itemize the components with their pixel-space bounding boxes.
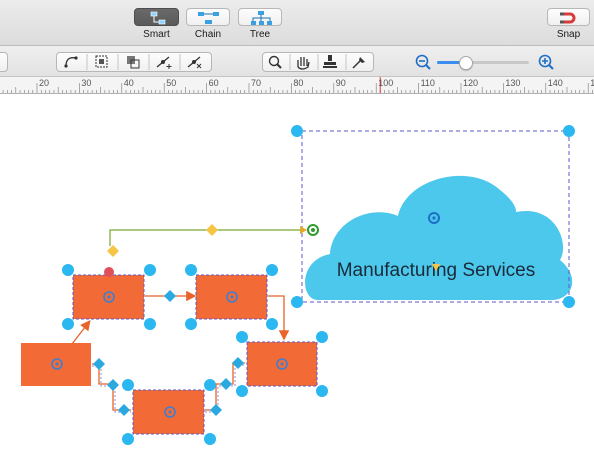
tree-connector-icon [251, 11, 272, 25]
chain-mode-button[interactable] [186, 8, 230, 26]
ruler-label: 50 [166, 78, 177, 88]
chain-mode-label: Chain [194, 29, 222, 40]
drawing-canvas[interactable]: Manufacturing Services [0, 94, 594, 469]
ruler-label: 70 [251, 78, 262, 88]
connector-midpoint-handle[interactable] [206, 224, 218, 236]
ruler-label: 20 [39, 78, 50, 88]
ruler-label: 140 [547, 78, 563, 88]
zoom-slider-knob[interactable] [458, 56, 473, 70]
cloud-connector-arrow [300, 226, 307, 234]
smart-mode-label: Smart [143, 29, 170, 40]
ruler-label: 130 [505, 78, 521, 88]
zoom-tool-icon [268, 55, 282, 69]
smart-connector-icon [150, 11, 166, 25]
arc-connector-icon [64, 56, 78, 68]
tools-toolbar [0, 46, 594, 77]
ruler-label: 100 [378, 78, 394, 88]
ruler-label: 110 [420, 78, 435, 88]
zoom-in-icon[interactable] [537, 53, 555, 71]
snap-label: Snap [556, 29, 581, 40]
partial-tool-button[interactable] [0, 52, 8, 72]
eyedropper-icon [352, 57, 365, 69]
hand-tool-icon [297, 57, 310, 70]
snap-button[interactable] [547, 8, 590, 26]
zoom-out-icon[interactable] [414, 53, 432, 71]
connector-tools-icons [64, 54, 202, 70]
ruler-label: 30 [81, 78, 92, 88]
zoom-slider[interactable] [437, 56, 529, 70]
diagram: Manufacturing Services [21, 125, 575, 445]
ruler-label: 150 [590, 78, 594, 88]
smart-mode-button[interactable] [134, 8, 179, 26]
ruler-label: 80 [293, 78, 304, 88]
group-icon [95, 55, 108, 68]
cloud-connector[interactable] [109, 229, 305, 246]
tree-mode-button[interactable] [238, 8, 282, 26]
connector-bend-handle[interactable] [107, 245, 119, 257]
add-point-icon [156, 56, 172, 69]
view-tools-icons [268, 54, 365, 70]
tree-mode-label: Tree [249, 29, 271, 40]
connection-start-point[interactable] [104, 267, 114, 277]
delete-point-icon [187, 56, 202, 69]
stamp-tool-icon [323, 55, 337, 68]
ruler-label: 120 [463, 78, 479, 88]
top-toolbar: Smart Chain Tree Snap [0, 0, 594, 46]
ruler-label: 40 [123, 78, 134, 88]
ungroup-icon [127, 56, 140, 69]
horizontal-ruler: 20 30 40 50 60 70 80 90 100 110 120 130 140 150 [0, 77, 594, 94]
ruler-label: 60 [208, 78, 219, 88]
magnet-icon [560, 12, 576, 24]
ruler-label: 90 [335, 78, 346, 88]
cloud-shape[interactable] [305, 175, 573, 301]
chain-connector-icon [198, 12, 219, 24]
